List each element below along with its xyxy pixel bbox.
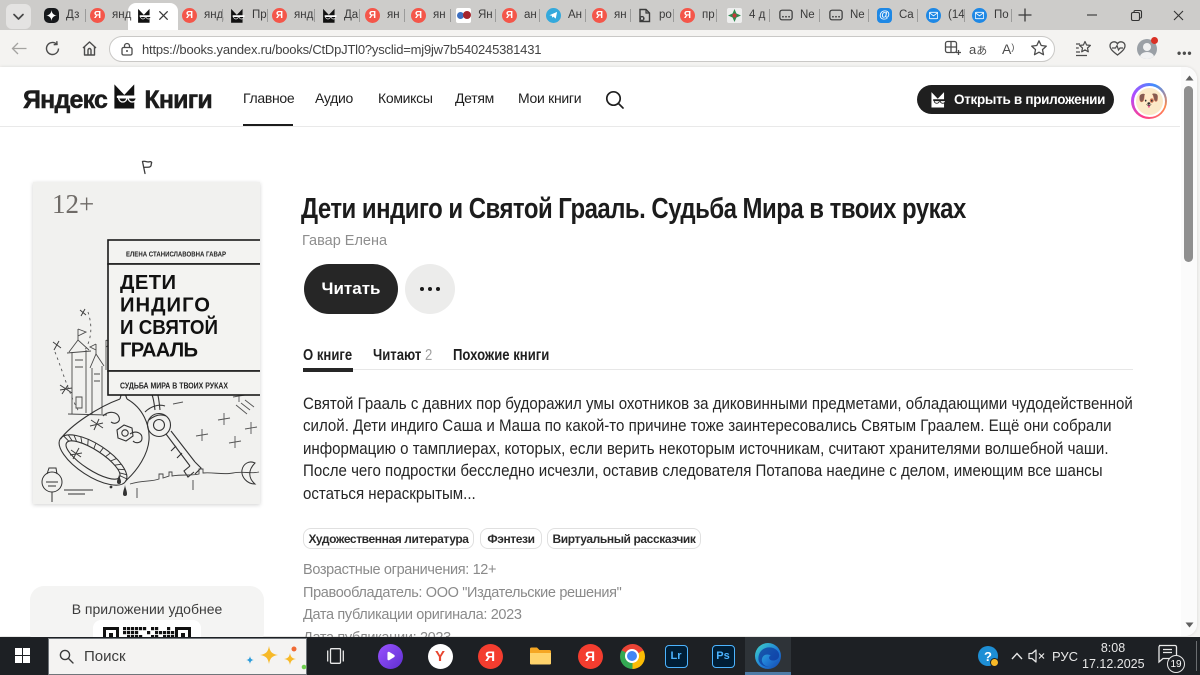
svg-text:И СВЯТОЙ: И СВЯТОЙ bbox=[120, 314, 218, 339]
svg-text:12+: 12+ bbox=[52, 189, 94, 219]
svg-text:ЕЛЕНА СТАНИСЛАВОВНА ГАВАР: ЕЛЕНА СТАНИСЛАВОВНА ГАВАР bbox=[126, 250, 226, 259]
svg-text:ДЕТИ: ДЕТИ bbox=[120, 272, 176, 294]
svg-text:ИНДИГО: ИНДИГО bbox=[120, 295, 210, 317]
svg-text:ГРААЛЬ: ГРААЛЬ bbox=[120, 340, 198, 362]
svg-text:СУДЬБА МИРА В ТВОИХ РУКАХ: СУДЬБА МИРА В ТВОИХ РУКАХ bbox=[120, 382, 229, 391]
